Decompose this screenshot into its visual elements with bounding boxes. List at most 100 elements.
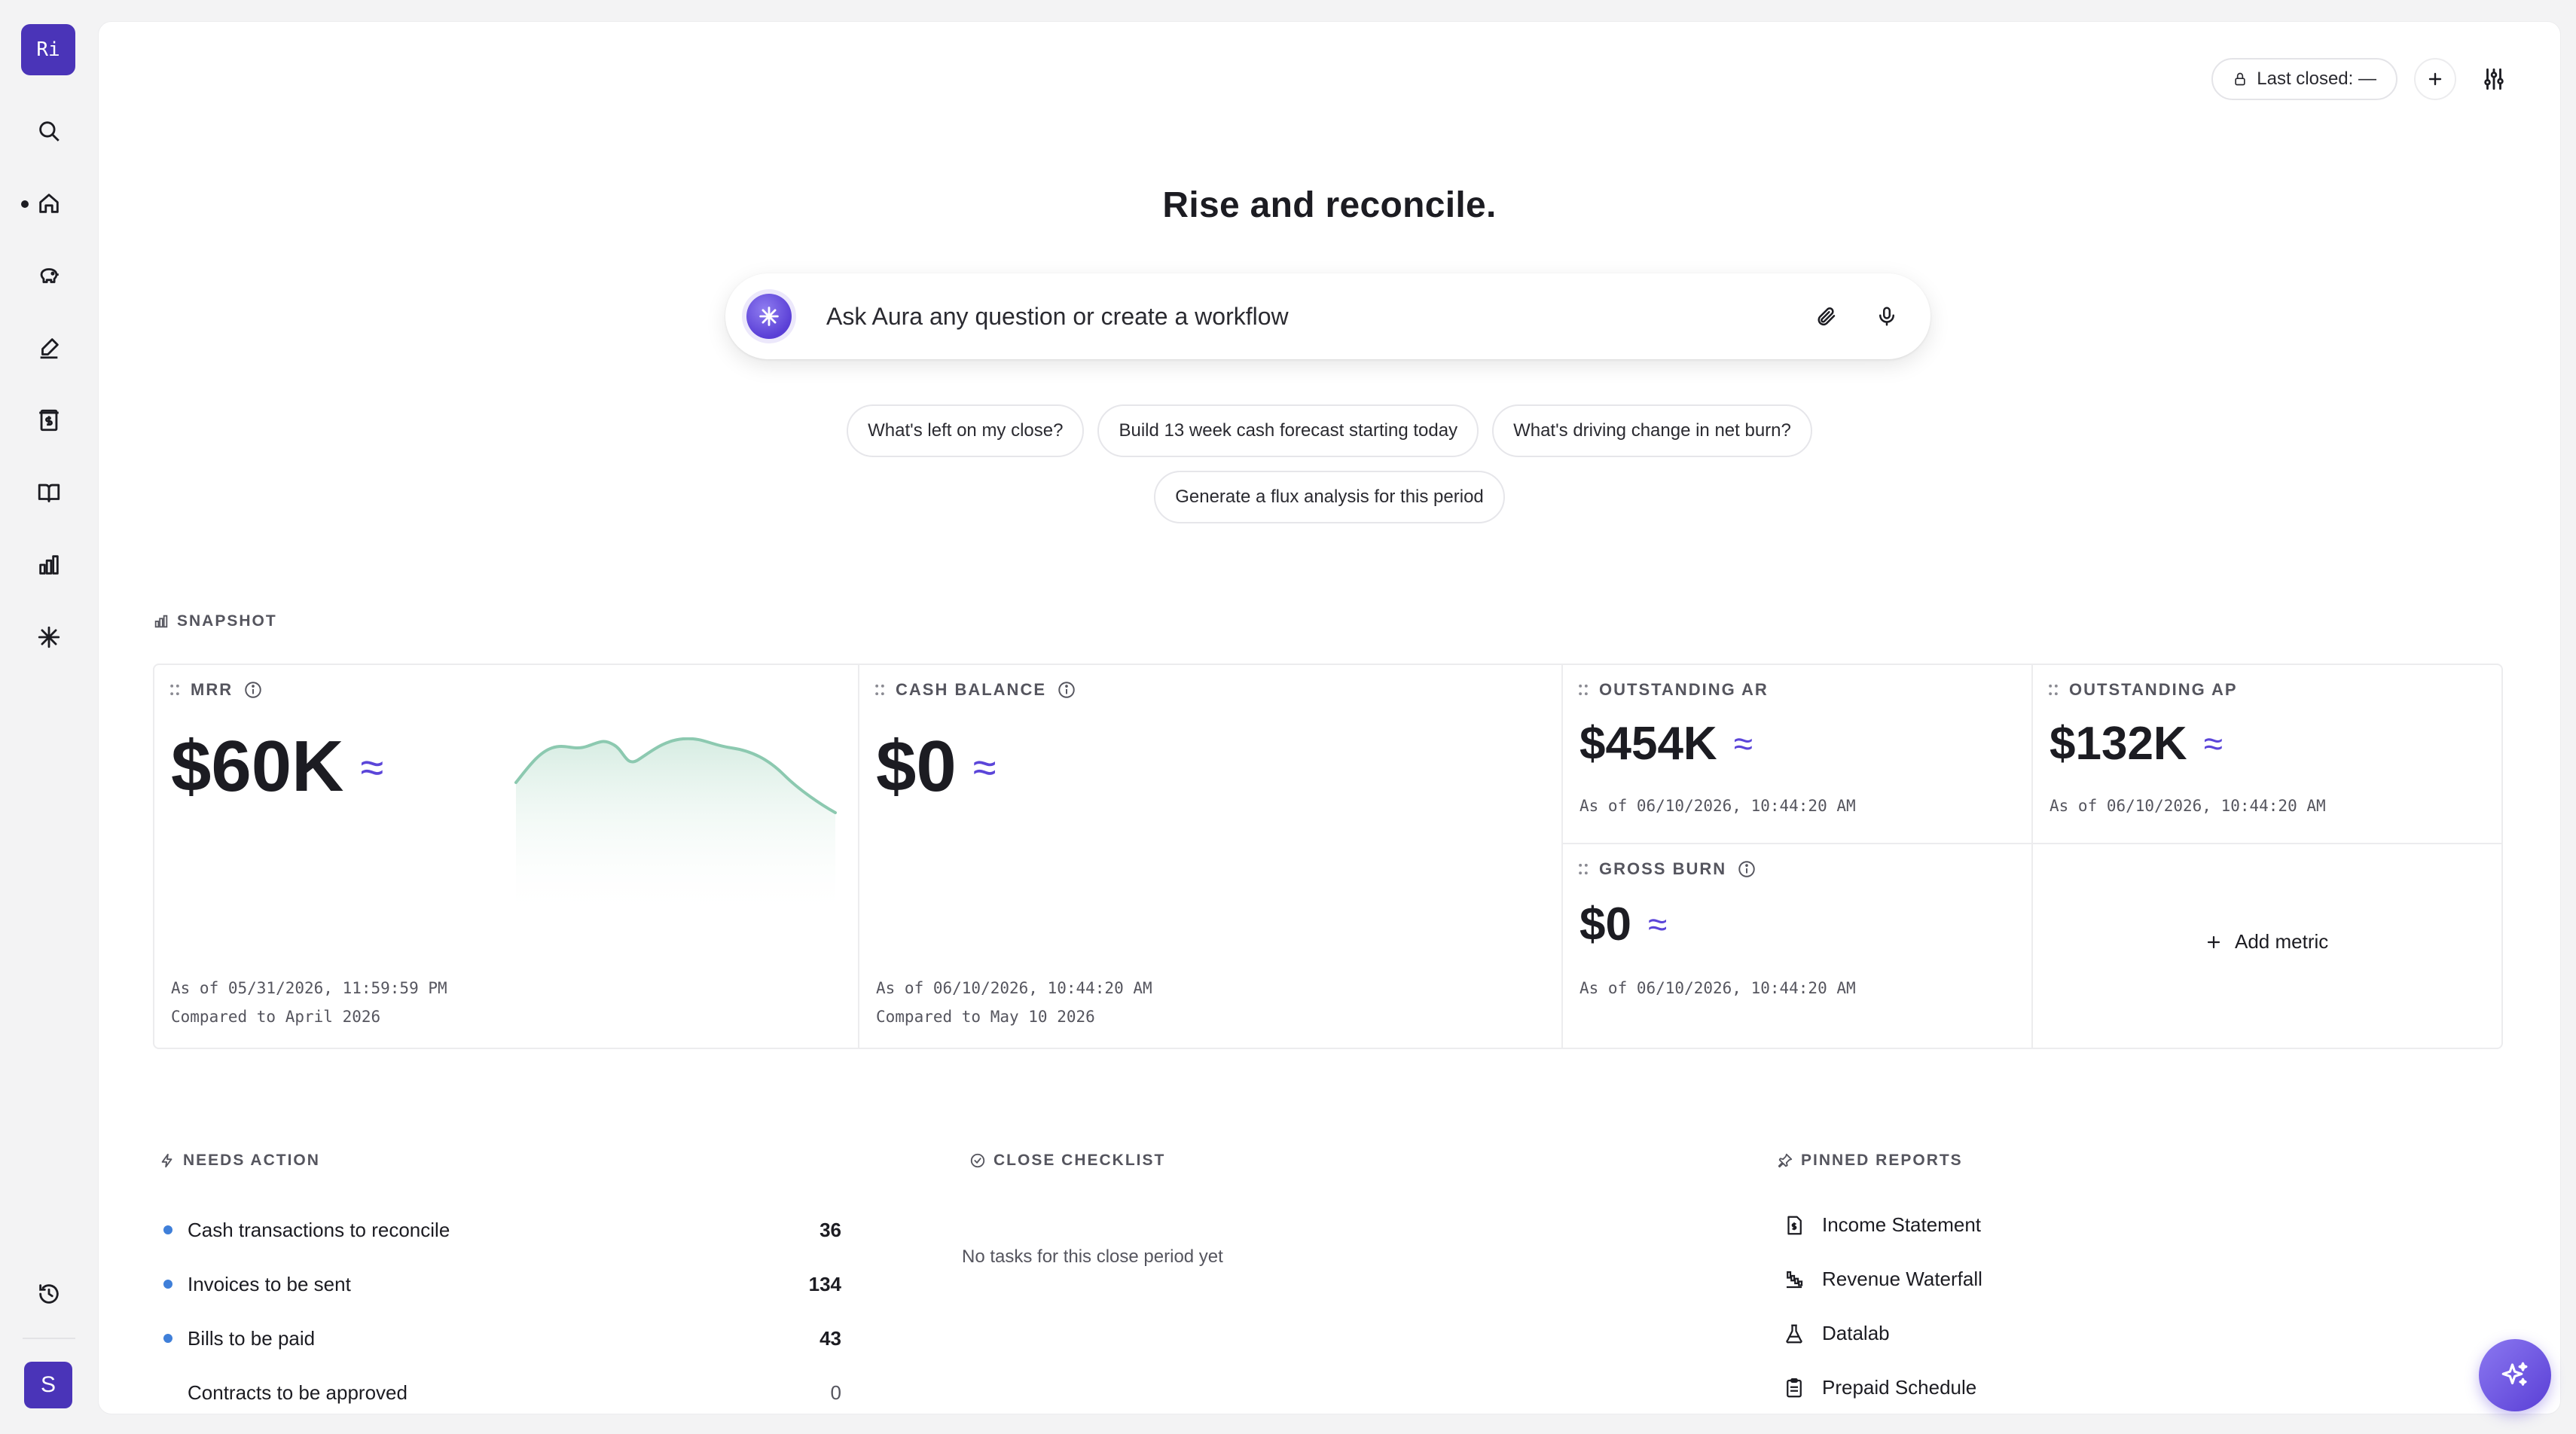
metric-title: GROSS BURN xyxy=(1599,859,1727,878)
metric-as-of: As of 06/10/2026, 10:44:20 AM xyxy=(1579,797,1856,815)
clipboard-icon xyxy=(1787,1378,1802,1397)
user-avatar[interactable]: S xyxy=(24,1362,72,1408)
customize-button[interactable] xyxy=(2473,58,2515,100)
drag-handle-icon[interactable] xyxy=(1578,862,1589,876)
metric-card-outstanding-ar[interactable]: OUTSTANDING AR $454K ≈ As of 06/10/2026,… xyxy=(1563,665,2031,843)
drag-handle-icon[interactable] xyxy=(2048,683,2059,697)
info-icon[interactable] xyxy=(1057,680,1076,700)
metric-value: $0 xyxy=(1579,898,1631,950)
pen-sign-icon[interactable] xyxy=(31,330,67,366)
bar-chart-icon[interactable] xyxy=(31,547,67,583)
ask-aura-placeholder[interactable]: Ask Aura any question or create a workfl… xyxy=(826,303,1787,331)
pinned-report-label: Prepaid Schedule xyxy=(1822,1376,1977,1399)
aura-sparkle-icon[interactable] xyxy=(31,619,67,655)
status-dot xyxy=(163,1225,172,1234)
needs-action-section-label: NEEDS ACTION xyxy=(159,1152,320,1170)
receipt-icon[interactable] xyxy=(31,402,67,438)
home-icon[interactable] xyxy=(31,185,67,221)
sidebar-divider xyxy=(23,1338,75,1339)
metric-as-of: As of 06/10/2026, 10:44:20 AM xyxy=(1579,979,1856,997)
mrr-sparkline xyxy=(514,737,837,918)
aura-assistant-button[interactable] xyxy=(2479,1339,2551,1411)
info-icon[interactable] xyxy=(243,680,263,700)
metric-card-outstanding-ap[interactable]: OUTSTANDING AP $132K ≈ As of 06/10/2026,… xyxy=(2033,665,2501,843)
list-item-count: 36 xyxy=(819,1218,841,1241)
pinned-reports-label: PINNED REPORTS xyxy=(1801,1152,1963,1169)
drag-handle-icon[interactable] xyxy=(874,683,885,697)
metric-as-of: As of 05/31/2026, 11:59:59 PM xyxy=(171,979,447,997)
close-checklist-empty: No tasks for this close period yet xyxy=(962,1246,1223,1267)
metric-value: $454K xyxy=(1579,717,1717,770)
status-dot xyxy=(163,1334,172,1343)
list-item-label: Cash transactions to reconcile xyxy=(188,1218,450,1241)
metric-title: CASH BALANCE xyxy=(896,680,1046,699)
list-item[interactable]: Contracts to be approved 0 xyxy=(163,1378,841,1408)
microphone-icon[interactable] xyxy=(1866,295,1908,337)
pinned-report-label: Datalab xyxy=(1822,1322,1890,1344)
metric-title: MRR xyxy=(191,680,233,699)
suggestion-chip[interactable]: What's left on my close? xyxy=(847,404,1085,457)
pinned-report-revenue-waterfall[interactable]: Revenue Waterfall xyxy=(1783,1268,1982,1291)
approx-icon: ≈ xyxy=(360,743,384,791)
plus-icon xyxy=(2428,72,2442,86)
metric-as-of: As of 06/10/2026, 10:44:20 AM xyxy=(876,979,1152,997)
pinned-report-income-statement[interactable]: Income Statement xyxy=(1783,1213,1981,1237)
close-checklist-label: CLOSE CHECKLIST xyxy=(993,1152,1166,1169)
drag-handle-icon[interactable] xyxy=(1578,683,1589,697)
list-item-label: Contracts to be approved xyxy=(188,1381,407,1404)
paperclip-icon[interactable] xyxy=(1805,295,1848,337)
waterfall-icon xyxy=(1787,1271,1803,1288)
list-item[interactable]: Cash transactions to reconcile 36 xyxy=(163,1215,841,1245)
pin-icon xyxy=(1778,1153,1793,1168)
metric-value: $0 xyxy=(876,726,957,807)
metric-card-cash-balance[interactable]: CASH BALANCE $0 ≈ As of 06/10/2026, 10:4… xyxy=(859,665,1561,1048)
search-icon[interactable] xyxy=(31,113,67,149)
snapshot-label: SNAPSHOT xyxy=(177,612,277,630)
ask-aura-input[interactable]: Ask Aura any question or create a workfl… xyxy=(725,273,1930,359)
metric-card-mrr[interactable]: MRR $60K ≈ As of 05/31/2026, 11:59:59 PM xyxy=(154,665,858,1048)
approx-icon: ≈ xyxy=(1733,724,1753,763)
main-panel: Last closed: — Rise and reconcile. Ask A… xyxy=(98,21,2561,1414)
metric-value: $132K xyxy=(2050,717,2187,770)
add-metric-label: Add metric xyxy=(2235,930,2329,953)
last-closed-label: Last closed: — xyxy=(2257,69,2376,89)
list-item[interactable]: Invoices to be sent 134 xyxy=(163,1269,841,1299)
suggestion-chip[interactable]: Generate a flux analysis for this period xyxy=(1154,471,1505,523)
lightning-icon xyxy=(161,1153,172,1168)
workspace-badge[interactable]: Ri xyxy=(21,24,75,75)
piggy-bank-icon[interactable] xyxy=(31,258,67,294)
status-dot xyxy=(163,1280,172,1289)
drag-handle-icon[interactable] xyxy=(169,683,180,697)
snapshot-section-label: SNAPSHOT xyxy=(153,612,277,630)
metric-value: $60K xyxy=(171,726,344,807)
aura-logo-icon xyxy=(746,294,792,339)
list-item-count: 134 xyxy=(808,1272,841,1295)
pinned-report-prepaid-schedule[interactable]: Prepaid Schedule xyxy=(1783,1376,1976,1399)
plus-icon xyxy=(2207,935,2220,948)
pinned-report-label: Income Statement xyxy=(1822,1213,1981,1236)
add-button[interactable] xyxy=(2414,58,2456,100)
list-item[interactable]: Bills to be paid 43 xyxy=(163,1323,841,1353)
metric-card-gross-burn[interactable]: GROSS BURN $0 ≈ As of 06/10/2026, 10:44:… xyxy=(1563,844,2031,1048)
metric-title: OUTSTANDING AR xyxy=(1599,680,1769,699)
pinned-report-datalab[interactable]: Datalab xyxy=(1783,1322,1890,1345)
flask-icon xyxy=(1786,1324,1802,1343)
sidebar: Ri S xyxy=(0,0,98,1434)
pinned-reports-section-label: PINNED REPORTS xyxy=(1777,1152,1963,1170)
approx-icon: ≈ xyxy=(1647,905,1668,944)
suggestion-chip[interactable]: What's driving change in net burn? xyxy=(1492,404,1812,457)
last-closed-button[interactable]: Last closed: — xyxy=(2211,58,2397,100)
info-icon[interactable] xyxy=(1737,859,1757,879)
suggestion-chip[interactable]: Build 13 week cash forecast starting tod… xyxy=(1097,404,1479,457)
add-metric-cell: Add metric xyxy=(2033,844,2501,1048)
top-toolbar: Last closed: — xyxy=(2211,58,2515,100)
sliders-icon xyxy=(2484,68,2504,90)
metric-compared: Compared to April 2026 xyxy=(171,1008,381,1026)
history-icon[interactable] xyxy=(31,1276,67,1312)
list-item-label: Invoices to be sent xyxy=(188,1272,351,1295)
page-headline: Rise and reconcile. xyxy=(1162,185,1497,225)
add-metric-button[interactable]: Add metric xyxy=(2205,930,2328,953)
metric-title: OUTSTANDING AP xyxy=(2069,680,2238,699)
metric-as-of: As of 06/10/2026, 10:44:20 AM xyxy=(2050,797,2326,815)
book-icon[interactable] xyxy=(31,474,67,511)
